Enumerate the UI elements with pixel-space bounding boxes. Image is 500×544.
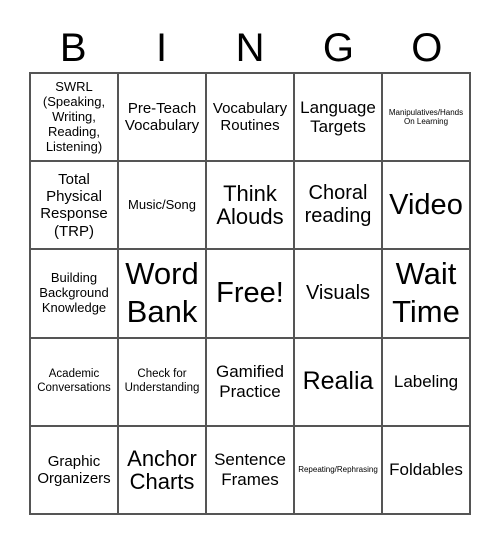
bingo-cell[interactable]: Think Alouds — [206, 161, 294, 250]
bingo-cell[interactable]: Graphic Organizers — [30, 425, 118, 514]
bingo-cell[interactable]: Video — [382, 161, 470, 250]
bingo-cell[interactable]: Visuals — [294, 249, 382, 338]
header-letter-n: N — [235, 26, 265, 70]
bingo-cell[interactable]: Word Bank — [118, 249, 206, 338]
bingo-cell[interactable]: Academic Conversations — [30, 337, 118, 426]
header-letter-g: G — [322, 26, 354, 70]
bingo-cell[interactable]: Building Background Knowledge — [30, 249, 118, 338]
bingo-cell[interactable]: Choral reading — [294, 161, 382, 250]
bingo-cell[interactable]: Anchor Charts — [118, 425, 206, 514]
bingo-header: B I N G O — [29, 24, 471, 72]
header-letter-o: O — [411, 26, 443, 70]
bingo-cell[interactable]: Music/Song — [118, 161, 206, 250]
header-letter-i: I — [156, 26, 168, 70]
bingo-cell[interactable]: Repeating/Rephrasing — [294, 425, 382, 514]
bingo-cell[interactable]: Total Physical Response (TRP) — [30, 161, 118, 250]
bingo-grid: SWRL (Speaking, Writing, Reading, Listen… — [29, 72, 471, 515]
bingo-cell[interactable]: Language Targets — [294, 73, 382, 162]
header-letter-b: B — [59, 26, 87, 70]
bingo-cell[interactable]: SWRL (Speaking, Writing, Reading, Listen… — [30, 73, 118, 162]
bingo-cell[interactable]: Sentence Frames — [206, 425, 294, 514]
bingo-cell[interactable]: Foldables — [382, 425, 470, 514]
bingo-cell[interactable]: Wait Time — [382, 249, 470, 338]
bingo-cell[interactable]: Check for Understanding — [118, 337, 206, 426]
bingo-cell[interactable]: Labeling — [382, 337, 470, 426]
bingo-cell[interactable]: Manipulatives/Hands On Learning — [382, 73, 470, 162]
bingo-cell[interactable]: Vocabulary Routines — [206, 73, 294, 162]
bingo-cell[interactable]: Realia — [294, 337, 382, 426]
bingo-cell-free[interactable]: Free! — [206, 249, 294, 338]
bingo-cell[interactable]: Pre-Teach Vocabulary — [118, 73, 206, 162]
bingo-cell[interactable]: Gamified Practice — [206, 337, 294, 426]
